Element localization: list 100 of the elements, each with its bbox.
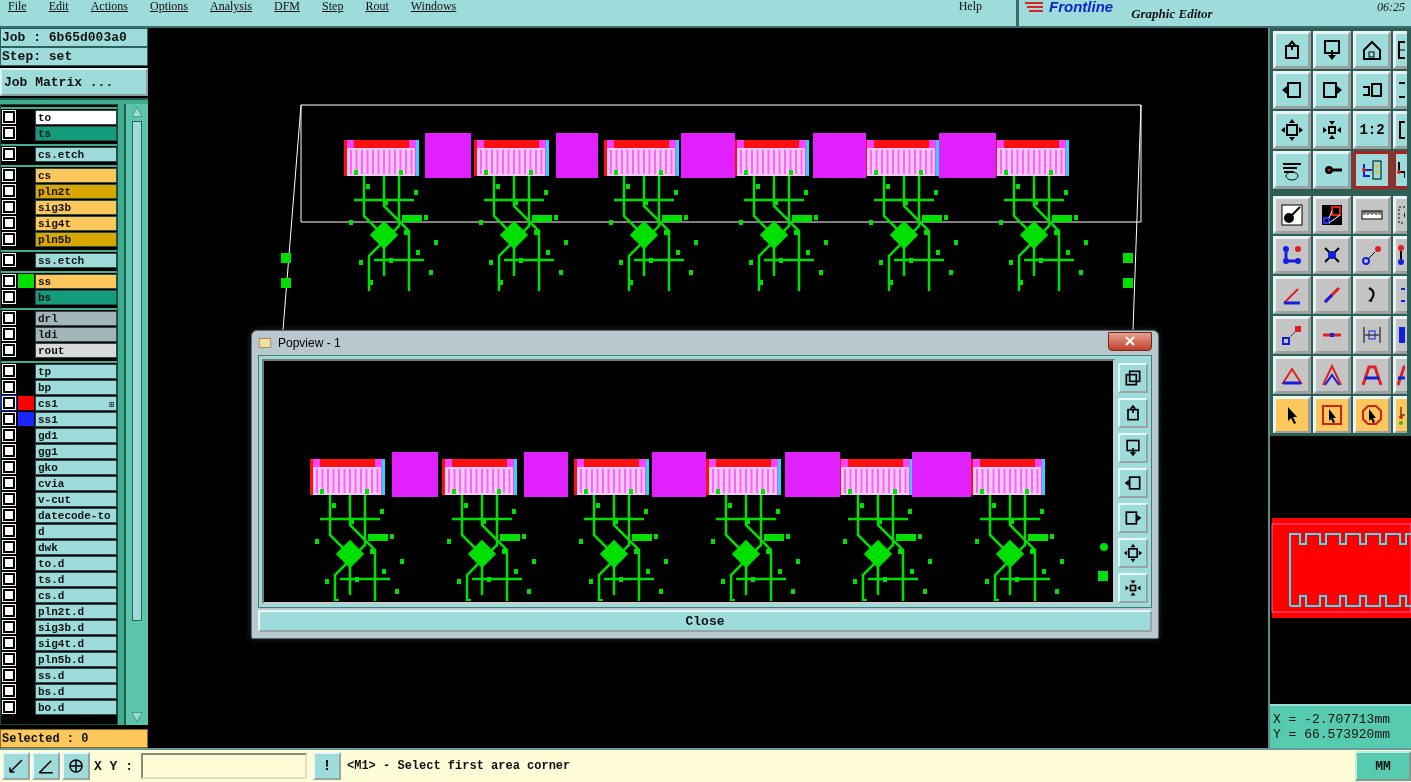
layer-name[interactable]: d xyxy=(35,523,117,539)
layer-checkbox[interactable] xyxy=(3,445,15,457)
layer-name[interactable]: cs xyxy=(35,167,117,183)
layer-checkbox[interactable] xyxy=(3,291,15,303)
layer-name[interactable]: bo.d xyxy=(35,699,117,715)
layer-name[interactable]: pln5b.d xyxy=(35,651,117,667)
xy-input-field[interactable] xyxy=(141,753,307,779)
units-button[interactable]: MM xyxy=(1355,751,1411,781)
grid-button[interactable] xyxy=(62,752,90,780)
scrollbar-thumb[interactable] xyxy=(132,121,142,621)
layer-name[interactable]: to xyxy=(35,109,117,125)
menu-item[interactable]: Edit xyxy=(48,0,69,12)
layer-checkbox[interactable] xyxy=(3,509,15,521)
view-button[interactable] xyxy=(1118,433,1148,463)
view-button[interactable] xyxy=(1118,573,1148,603)
layer-name[interactable]: sig4t.d xyxy=(35,635,117,651)
layer-name[interactable]: ts xyxy=(35,125,117,141)
layer-checkbox[interactable] xyxy=(3,573,15,585)
view-button[interactable] xyxy=(1118,503,1148,533)
menu-item[interactable]: Step xyxy=(322,0,344,12)
layer-checkbox[interactable] xyxy=(3,148,15,160)
layer-checkbox[interactable] xyxy=(3,541,15,553)
layer-name[interactable]: drl xyxy=(35,310,117,326)
layer-checkbox[interactable] xyxy=(3,217,15,229)
menu-item[interactable]: Windows xyxy=(410,0,457,12)
layer-checkbox[interactable] xyxy=(3,701,15,713)
menu-item[interactable]: Analysis xyxy=(210,0,253,12)
layer-checkbox[interactable] xyxy=(3,525,15,537)
layer-name[interactable]: cs.d xyxy=(35,587,117,603)
tool-button[interactable]: 1:2 xyxy=(1353,111,1391,149)
job-matrix-button[interactable]: Job Matrix ... xyxy=(0,68,148,96)
layer-checkbox[interactable] xyxy=(3,275,15,287)
layer-name[interactable]: ss1 xyxy=(35,411,117,427)
layer-checkbox[interactable] xyxy=(3,461,15,473)
layer-name[interactable]: rout xyxy=(35,342,117,358)
alert-button[interactable]: ! xyxy=(313,752,341,780)
layer-name[interactable]: datecode-to xyxy=(35,507,117,523)
layer-name[interactable]: cvia xyxy=(35,475,117,491)
menu-item[interactable]: Actions xyxy=(90,0,128,12)
layer-name[interactable]: pln2t xyxy=(35,183,117,199)
close-button[interactable] xyxy=(1108,331,1152,351)
layer-name[interactable]: pln2t.d xyxy=(35,603,117,619)
layer-name[interactable]: ss.etch xyxy=(35,252,117,268)
close-button[interactable]: Close xyxy=(258,610,1152,632)
layer-name[interactable]: sig3b xyxy=(35,199,117,215)
layer-name[interactable]: sig3b.d xyxy=(35,619,117,635)
layer-checkbox[interactable] xyxy=(3,621,15,633)
menu-item[interactable]: Rout xyxy=(365,0,389,12)
layer-checkbox[interactable] xyxy=(3,365,15,377)
menu-item[interactable]: Options xyxy=(150,0,189,12)
layer-checkbox[interactable] xyxy=(3,328,15,340)
layer-name[interactable]: cs1 ⊞ xyxy=(35,395,117,411)
layer-checkbox[interactable] xyxy=(3,589,15,601)
layer-checkbox[interactable] xyxy=(3,605,15,617)
layer-checkbox[interactable] xyxy=(3,201,15,213)
layer-checkbox[interactable] xyxy=(3,111,15,123)
layer-checkbox[interactable] xyxy=(3,381,15,393)
layer-checkbox[interactable] xyxy=(3,233,15,245)
menu-item[interactable]: DFM xyxy=(274,0,301,12)
tool-button[interactable] xyxy=(1353,151,1391,189)
view-button[interactable] xyxy=(1118,538,1148,568)
view-button[interactable] xyxy=(1118,363,1148,393)
layer-checkbox[interactable] xyxy=(3,685,15,697)
layer-checkbox[interactable] xyxy=(3,477,15,489)
layer-name[interactable]: ss.d xyxy=(35,667,117,683)
layer-name[interactable]: pln5b xyxy=(35,231,117,247)
layer-name[interactable]: gko xyxy=(35,459,117,475)
layer-name[interactable]: to.d xyxy=(35,555,117,571)
view-button[interactable] xyxy=(1118,398,1148,428)
tool-button[interactable] xyxy=(1393,151,1407,189)
menu-item[interactable]: File xyxy=(8,0,27,12)
layer-checkbox[interactable] xyxy=(3,653,15,665)
layer-checkbox[interactable] xyxy=(3,254,15,266)
layer-checkbox[interactable] xyxy=(3,312,15,324)
layer-name[interactable]: ts.d xyxy=(35,571,117,587)
layer-name[interactable]: gd1 xyxy=(35,427,117,443)
layer-checkbox[interactable] xyxy=(3,413,15,425)
layer-checkbox[interactable] xyxy=(3,669,15,681)
view-button[interactable] xyxy=(1118,468,1148,498)
layer-name[interactable]: bs xyxy=(35,289,117,305)
menu-item[interactable]: Help xyxy=(958,0,982,12)
layer-name[interactable]: v-cut xyxy=(35,491,117,507)
layer-name[interactable]: bp xyxy=(35,379,117,395)
layer-name[interactable]: dwk xyxy=(35,539,117,555)
layer-name[interactable]: bs.d xyxy=(35,683,117,699)
layer-checkbox[interactable] xyxy=(3,637,15,649)
layer-checkbox[interactable] xyxy=(3,169,15,181)
angle-button[interactable] xyxy=(32,752,60,780)
layer-checkbox[interactable] xyxy=(3,429,15,441)
layer-checkbox[interactable] xyxy=(3,127,15,139)
layer-name[interactable]: ss xyxy=(35,273,117,289)
layer-checkbox[interactable] xyxy=(3,185,15,197)
layer-checkbox[interactable] xyxy=(3,493,15,505)
layer-name[interactable]: tp xyxy=(35,363,117,379)
layer-checkbox[interactable] xyxy=(3,557,15,569)
layer-name[interactable]: cs.etch xyxy=(35,146,117,162)
layer-checkbox[interactable] xyxy=(3,344,15,356)
layer-name[interactable]: sig4t xyxy=(35,215,117,231)
layer-name[interactable]: gg1 xyxy=(35,443,117,459)
layer-name[interactable]: ldi xyxy=(35,326,117,342)
